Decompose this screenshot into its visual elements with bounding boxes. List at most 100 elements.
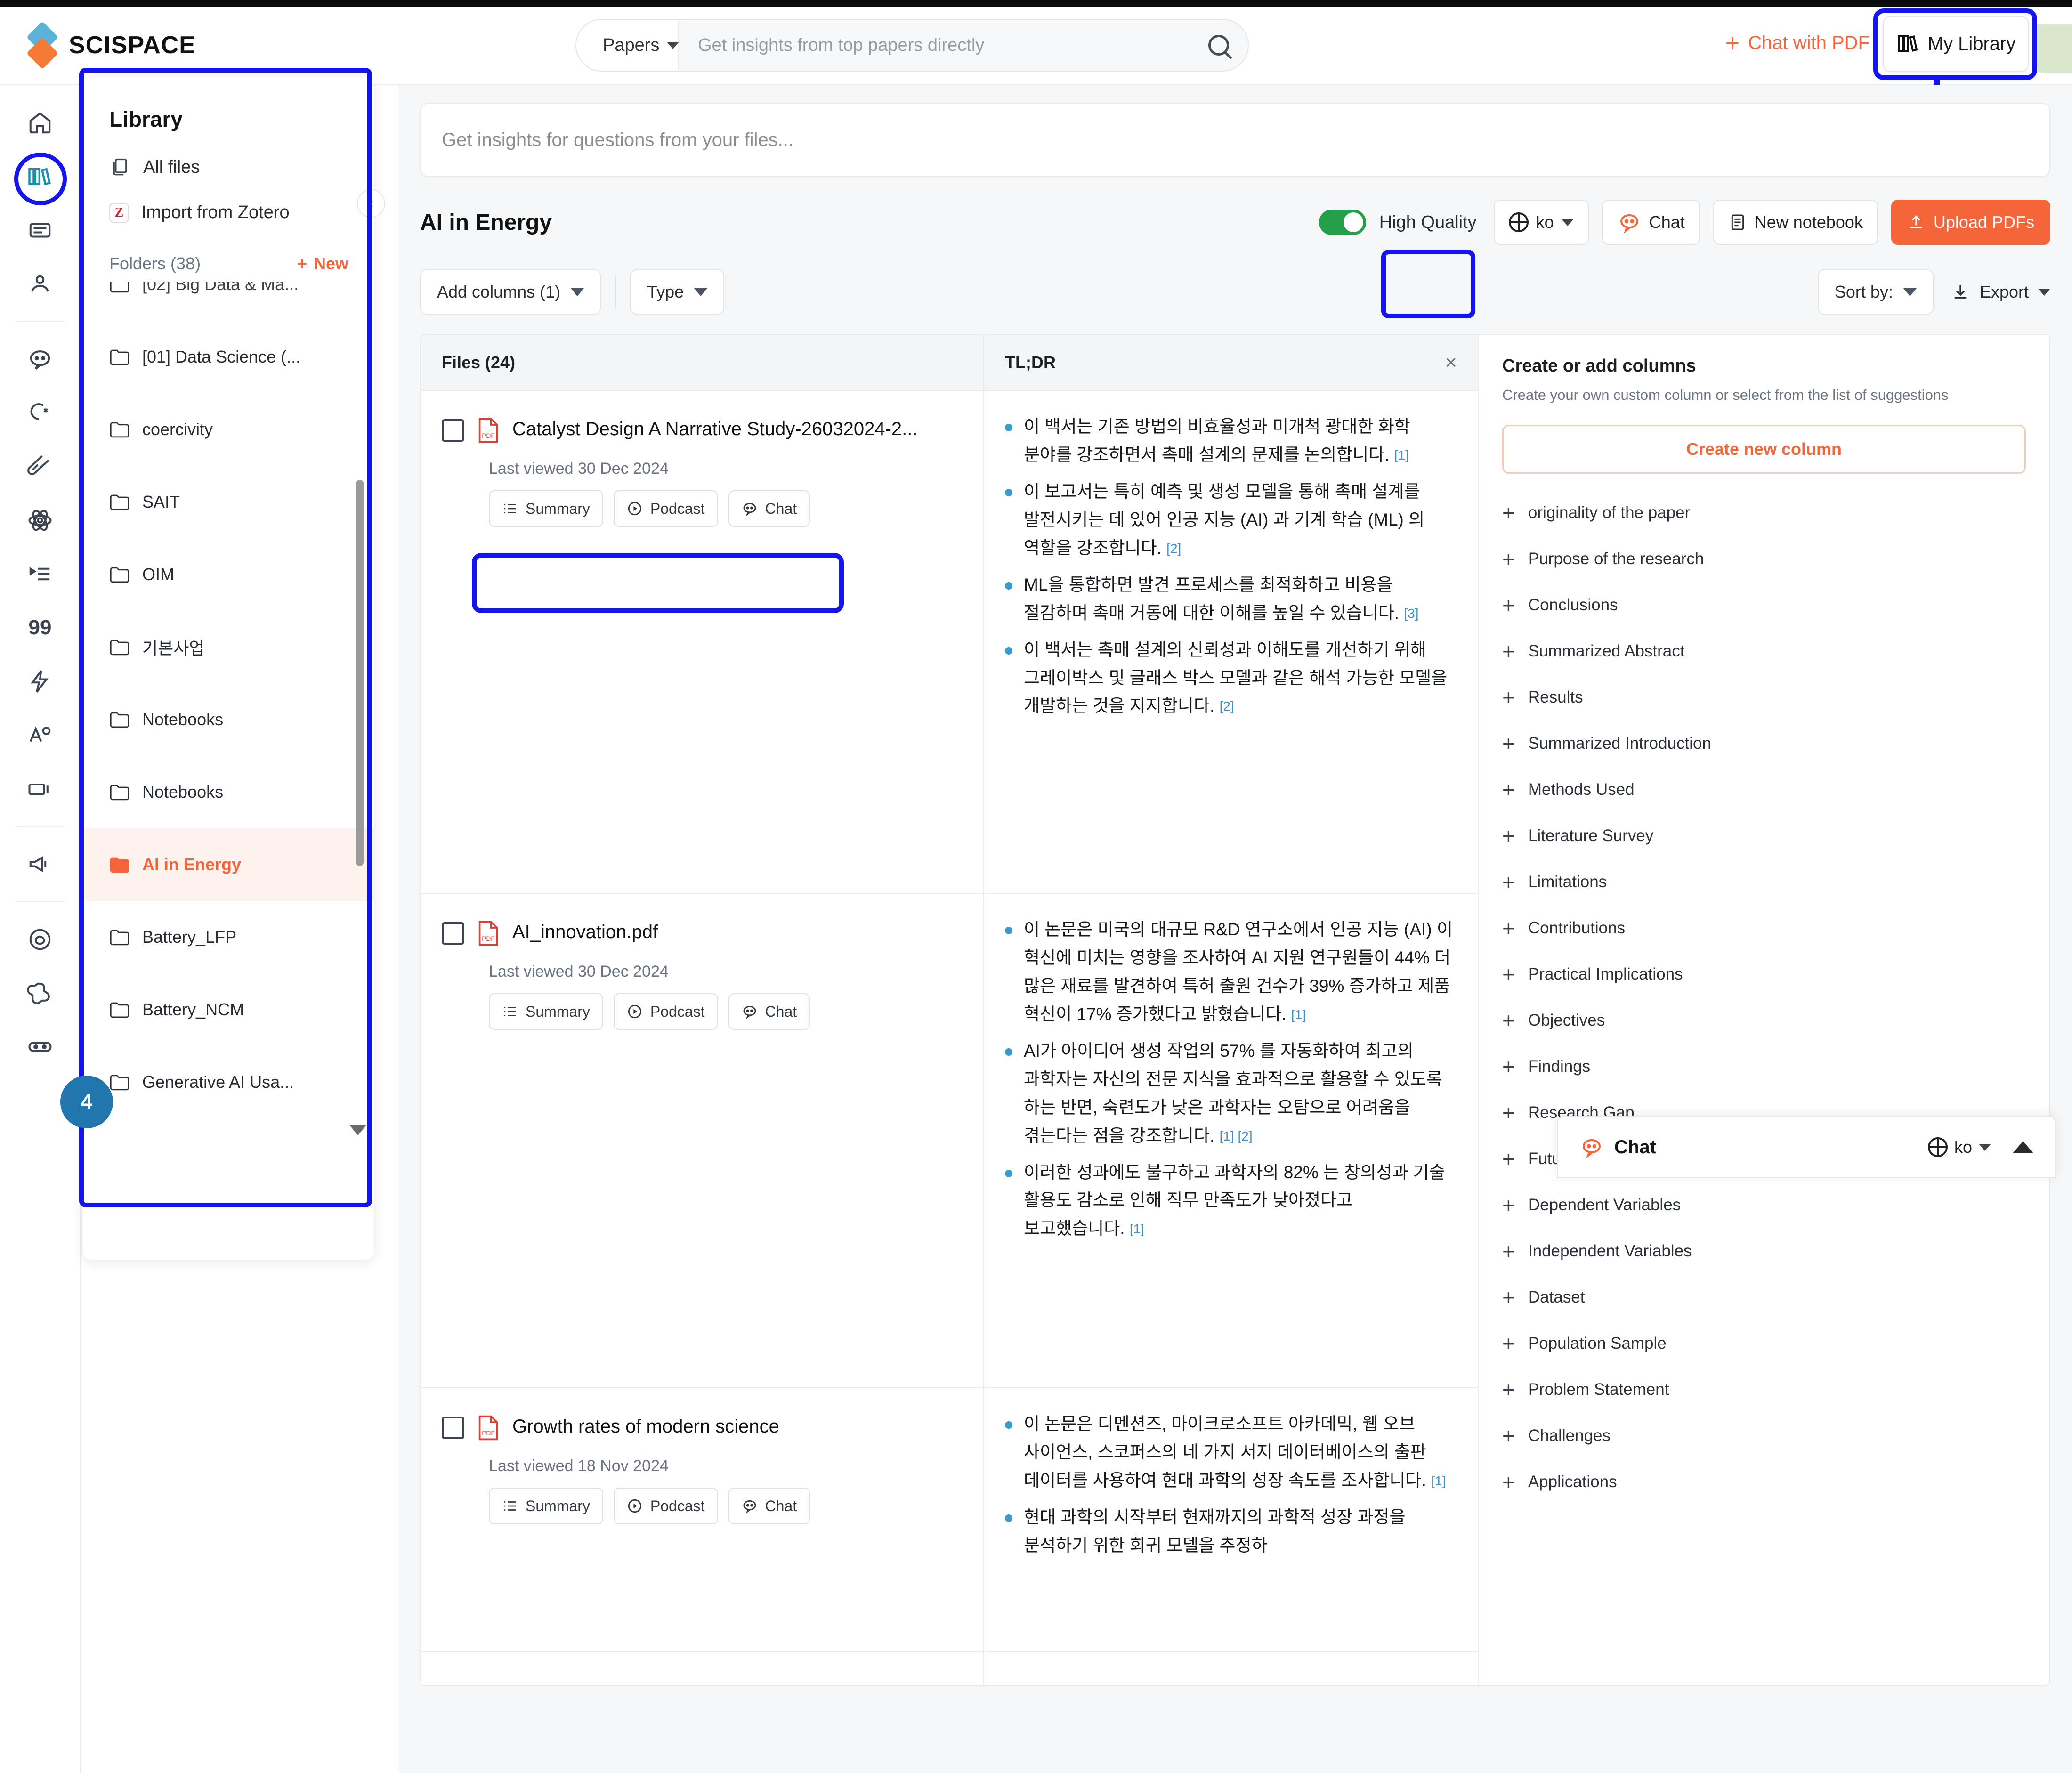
column-suggestion-item[interactable]: + Conclusions <box>1502 582 2026 628</box>
column-suggestion-item[interactable]: + Findings <box>1502 1044 2026 1090</box>
column-suggestion-item[interactable]: + Literature Survey <box>1502 813 2026 859</box>
column-suggestion-item[interactable]: + Objectives <box>1502 997 2026 1044</box>
list-play-icon[interactable] <box>24 558 57 591</box>
global-search[interactable]: Papers <box>575 19 1249 72</box>
citation-link[interactable]: [1] <box>1220 1129 1238 1143</box>
column-suggestion-item[interactable]: + Limitations <box>1502 859 2026 905</box>
sidebar-folder-item[interactable]: [02] Big Data & Ma... <box>83 282 374 321</box>
column-suggestion-item[interactable]: + Independent Variables <box>1502 1228 2026 1274</box>
citation-link[interactable]: [1] <box>1130 1222 1144 1236</box>
column-suggestion-item[interactable]: + Contributions <box>1502 905 2026 951</box>
high-quality-toggle[interactable] <box>1319 210 1366 235</box>
notes-icon[interactable] <box>24 214 57 247</box>
add-columns-button[interactable]: Add columns (1) <box>420 269 601 315</box>
sidebar-folder-item[interactable]: Notebooks <box>83 683 374 756</box>
atom-icon[interactable] <box>24 504 57 537</box>
folder-scrollbar-thumb[interactable] <box>356 480 364 866</box>
chat-bot-icon[interactable] <box>24 343 57 376</box>
search-paper-icon[interactable] <box>24 397 57 429</box>
sidebar-folder-item[interactable]: Notebooks <box>83 756 374 828</box>
row-action-podcast-button[interactable]: Podcast <box>613 1488 718 1524</box>
file-name[interactable]: AI_innovation.pdf <box>512 920 658 944</box>
profile-icon[interactable] <box>24 267 57 300</box>
bolt-icon[interactable] <box>24 665 57 698</box>
translate-icon[interactable] <box>24 719 57 752</box>
card-icon[interactable] <box>24 772 57 805</box>
column-suggestion-item[interactable]: + Purpose of the research <box>1502 536 2026 582</box>
new-notebook-button[interactable]: New notebook <box>1713 200 1878 245</box>
sidebar-folder-item[interactable]: Generative AI Usa... <box>83 1046 374 1118</box>
sidebar-item-import-zotero[interactable]: Z Import from Zotero <box>109 202 374 223</box>
question-input[interactable] <box>442 129 2029 151</box>
file-name[interactable]: Catalyst Design A Narrative Study-260320… <box>512 417 917 441</box>
table-row[interactable]: PDF Catalyst Design A Narrative Study-26… <box>421 391 983 894</box>
folder-list[interactable]: [02] Big Data & Ma... [01] Data Science … <box>83 282 374 1138</box>
citation-link[interactable]: [1] <box>1291 1007 1306 1022</box>
chat-button[interactable]: Chat <box>1602 200 1700 245</box>
my-library-button[interactable]: My Library <box>1883 16 2029 72</box>
row-action-summary-button[interactable]: Summary <box>489 993 603 1030</box>
scroll-down-arrow-icon[interactable] <box>349 1125 366 1135</box>
sidebar-folder-item[interactable]: [01] Data Science (... <box>83 321 374 393</box>
row-checkbox[interactable] <box>442 1417 464 1439</box>
search-icon[interactable] <box>1208 35 1229 56</box>
sidebar-folder-item[interactable]: OIM <box>83 538 374 611</box>
file-name[interactable]: Growth rates of modern science <box>512 1415 779 1438</box>
chevron-up-icon[interactable] <box>2013 1141 2033 1153</box>
row-action-summary-button[interactable]: Summary <box>489 490 603 527</box>
openai-icon[interactable] <box>24 977 57 1010</box>
citation-link[interactable]: [1] <box>1431 1473 1446 1488</box>
citation-link[interactable]: [2] <box>1238 1129 1252 1143</box>
goggles-icon[interactable] <box>24 1030 57 1063</box>
paperclip-icon[interactable] <box>24 450 57 483</box>
home-icon[interactable] <box>24 106 57 139</box>
column-suggestion-item[interactable]: + Dependent Variables <box>1502 1182 2026 1228</box>
question-bar[interactable] <box>420 103 2050 177</box>
collapse-panel-button[interactable]: ‹ <box>357 189 385 218</box>
row-action-chat-button[interactable]: Chat <box>728 490 810 527</box>
column-suggestion-item[interactable]: + Problem Statement <box>1502 1367 2026 1413</box>
column-suggestion-item[interactable]: + Dataset <box>1502 1274 2026 1320</box>
sidebar-folder-item[interactable]: coercivity <box>83 393 374 466</box>
column-suggestion-item[interactable]: + Challenges <box>1502 1413 2026 1459</box>
export-button[interactable]: Export <box>1951 282 2050 302</box>
sidebar-folder-item[interactable]: Battery_LFP <box>83 901 374 973</box>
column-suggestion-item[interactable]: + Practical Implications <box>1502 951 2026 997</box>
sidebar-folder-item[interactable]: AI art <box>83 1118 374 1138</box>
sidebar-folder-item[interactable]: Battery_NCM <box>83 973 374 1046</box>
row-action-podcast-button[interactable]: Podcast <box>613 993 718 1030</box>
chat-with-pdf-button[interactable]: + Chat with PDF <box>1725 31 1870 56</box>
column-suggestion-item[interactable]: + Results <box>1502 674 2026 721</box>
spiral-icon[interactable] <box>24 923 57 956</box>
citation-link[interactable]: [2] <box>1166 541 1181 556</box>
create-new-column-button[interactable]: Create new column <box>1502 424 2026 474</box>
search-category-dropdown[interactable]: Papers <box>576 20 680 71</box>
row-action-chat-button[interactable]: Chat <box>728 993 810 1030</box>
row-action-chat-button[interactable]: Chat <box>728 1488 810 1524</box>
sort-by-button[interactable]: Sort by: <box>1817 269 1934 315</box>
chat-widget[interactable]: Chat ko <box>1557 1116 2056 1178</box>
library-icon[interactable] <box>24 160 57 193</box>
column-suggestion-item[interactable]: + Methods Used <box>1502 767 2026 813</box>
citation-link[interactable]: [3] <box>1404 606 1418 621</box>
language-selector[interactable]: ko <box>1493 200 1589 245</box>
search-input[interactable] <box>698 35 1169 56</box>
close-icon[interactable]: × <box>1445 351 1457 374</box>
column-suggestion-item[interactable]: + Summarized Abstract <box>1502 628 2026 674</box>
row-action-podcast-button[interactable]: Podcast <box>613 490 718 527</box>
row-checkbox[interactable] <box>442 419 464 442</box>
citation-link[interactable]: [2] <box>1220 699 1234 713</box>
brand-logo[interactable]: SCISPACE <box>26 21 196 69</box>
table-row[interactable]: PDF Growth rates of modern science Last … <box>421 1388 983 1652</box>
sidebar-folder-item[interactable]: AI in Energy <box>83 828 374 901</box>
column-suggestion-item[interactable]: + Applications <box>1502 1459 2026 1505</box>
row-action-summary-button[interactable]: Summary <box>489 1488 603 1524</box>
megaphone-icon[interactable] <box>24 848 57 881</box>
row-checkbox[interactable] <box>442 922 464 945</box>
sidebar-folder-item[interactable]: 기본사업 <box>83 611 374 683</box>
column-suggestion-item[interactable]: + Population Sample <box>1502 1320 2026 1367</box>
column-suggestion-item[interactable]: + Summarized Introduction <box>1502 721 2026 767</box>
upload-pdfs-button[interactable]: Upload PDFs <box>1891 200 2050 245</box>
table-row[interactable]: PDF AI_innovation.pdf Last viewed 30 Dec… <box>421 894 983 1388</box>
column-suggestion-item[interactable]: + originality of the paper <box>1502 490 2026 536</box>
